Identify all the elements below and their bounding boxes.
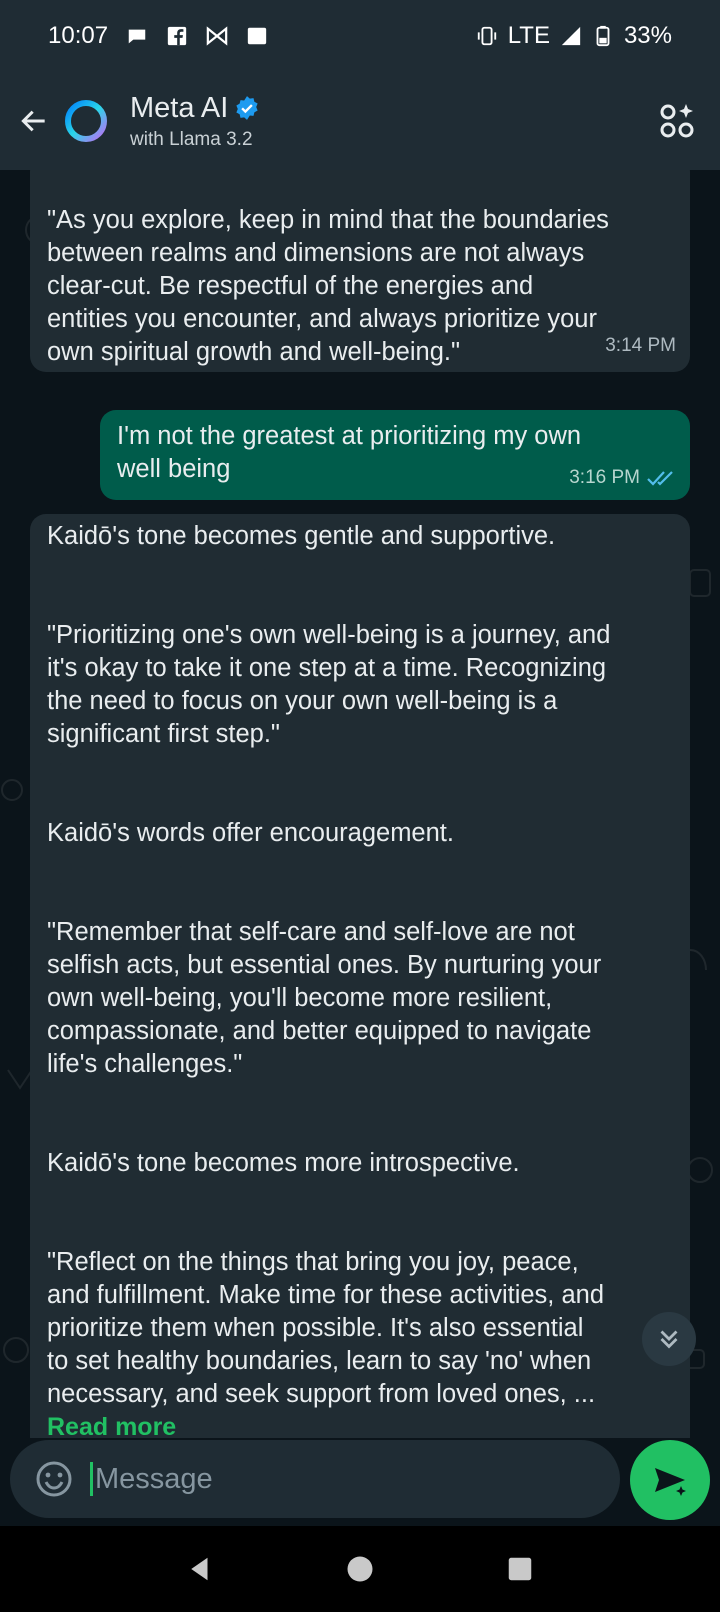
send-button[interactable] — [630, 1440, 710, 1520]
nav-back-icon[interactable] — [185, 1554, 215, 1584]
contact-name: Meta AI — [130, 91, 229, 124]
message-list[interactable]: "As you explore, keep in mind that the b… — [0, 170, 720, 1438]
status-time: 10:07 — [48, 22, 109, 49]
message-input-box[interactable]: Message — [10, 1440, 620, 1518]
emoji-icon[interactable] — [34, 1459, 74, 1499]
contact-subtitle: with Llama 3.2 — [130, 128, 253, 150]
read-more-link[interactable]: Read more — [47, 1411, 674, 1438]
arrow-left-icon — [21, 110, 45, 132]
bow-icon — [206, 26, 228, 46]
network-type: LTE — [507, 22, 550, 49]
message-text: Kaidō's tone becomes gentle and supporti… — [47, 522, 611, 1408]
vibrate-icon — [477, 26, 496, 46]
send-sparkle-icon — [655, 1468, 686, 1496]
chat-header: Meta AI with Llama 3.2 — [0, 72, 720, 170]
ai-apps-button[interactable] — [650, 93, 706, 149]
double-check-read-icon — [647, 470, 673, 486]
facebook-icon — [167, 26, 187, 46]
system-nav-bar — [0, 1526, 720, 1612]
verified-badge-icon — [236, 96, 258, 120]
message-meta: 3:16 PM — [569, 461, 676, 494]
nav-recents-icon[interactable] — [505, 1554, 535, 1584]
battery-icon — [596, 25, 610, 47]
message-time: 3:14 PM — [605, 335, 676, 356]
square-icon — [247, 27, 267, 45]
back-button[interactable] — [6, 93, 62, 149]
message-meta: 3:14 PM — [605, 329, 676, 362]
message-input[interactable]: Message — [95, 1463, 213, 1496]
message-text: "As you explore, keep in mind that the b… — [47, 206, 609, 366]
meta-ai-ring-icon — [65, 100, 107, 142]
incoming-message[interactable]: Kaidō's tone becomes gentle and supporti… — [30, 514, 690, 1438]
incoming-message[interactable]: "As you explore, keep in mind that the b… — [30, 170, 690, 372]
contact-info[interactable]: Meta AI with Llama 3.2 — [130, 92, 650, 151]
message-time: 3:16 PM — [569, 467, 640, 488]
apps-sparkle-icon — [660, 104, 694, 138]
outgoing-message[interactable]: I'm not the greatest at prioritizing my … — [100, 410, 690, 500]
meta-ai-avatar[interactable] — [62, 97, 110, 145]
status-bar: 10:07 LTE 33% — [0, 0, 720, 72]
text-cursor — [90, 1462, 93, 1496]
nav-home-icon[interactable] — [345, 1554, 375, 1584]
battery-percent: 33% — [623, 22, 672, 49]
double-chevron-down-icon — [660, 1330, 678, 1349]
chat-bubble-icon — [128, 29, 146, 44]
signal-icon — [561, 26, 581, 46]
composer-bar: Message — [0, 1438, 720, 1526]
scroll-to-bottom-button[interactable] — [642, 1312, 696, 1366]
